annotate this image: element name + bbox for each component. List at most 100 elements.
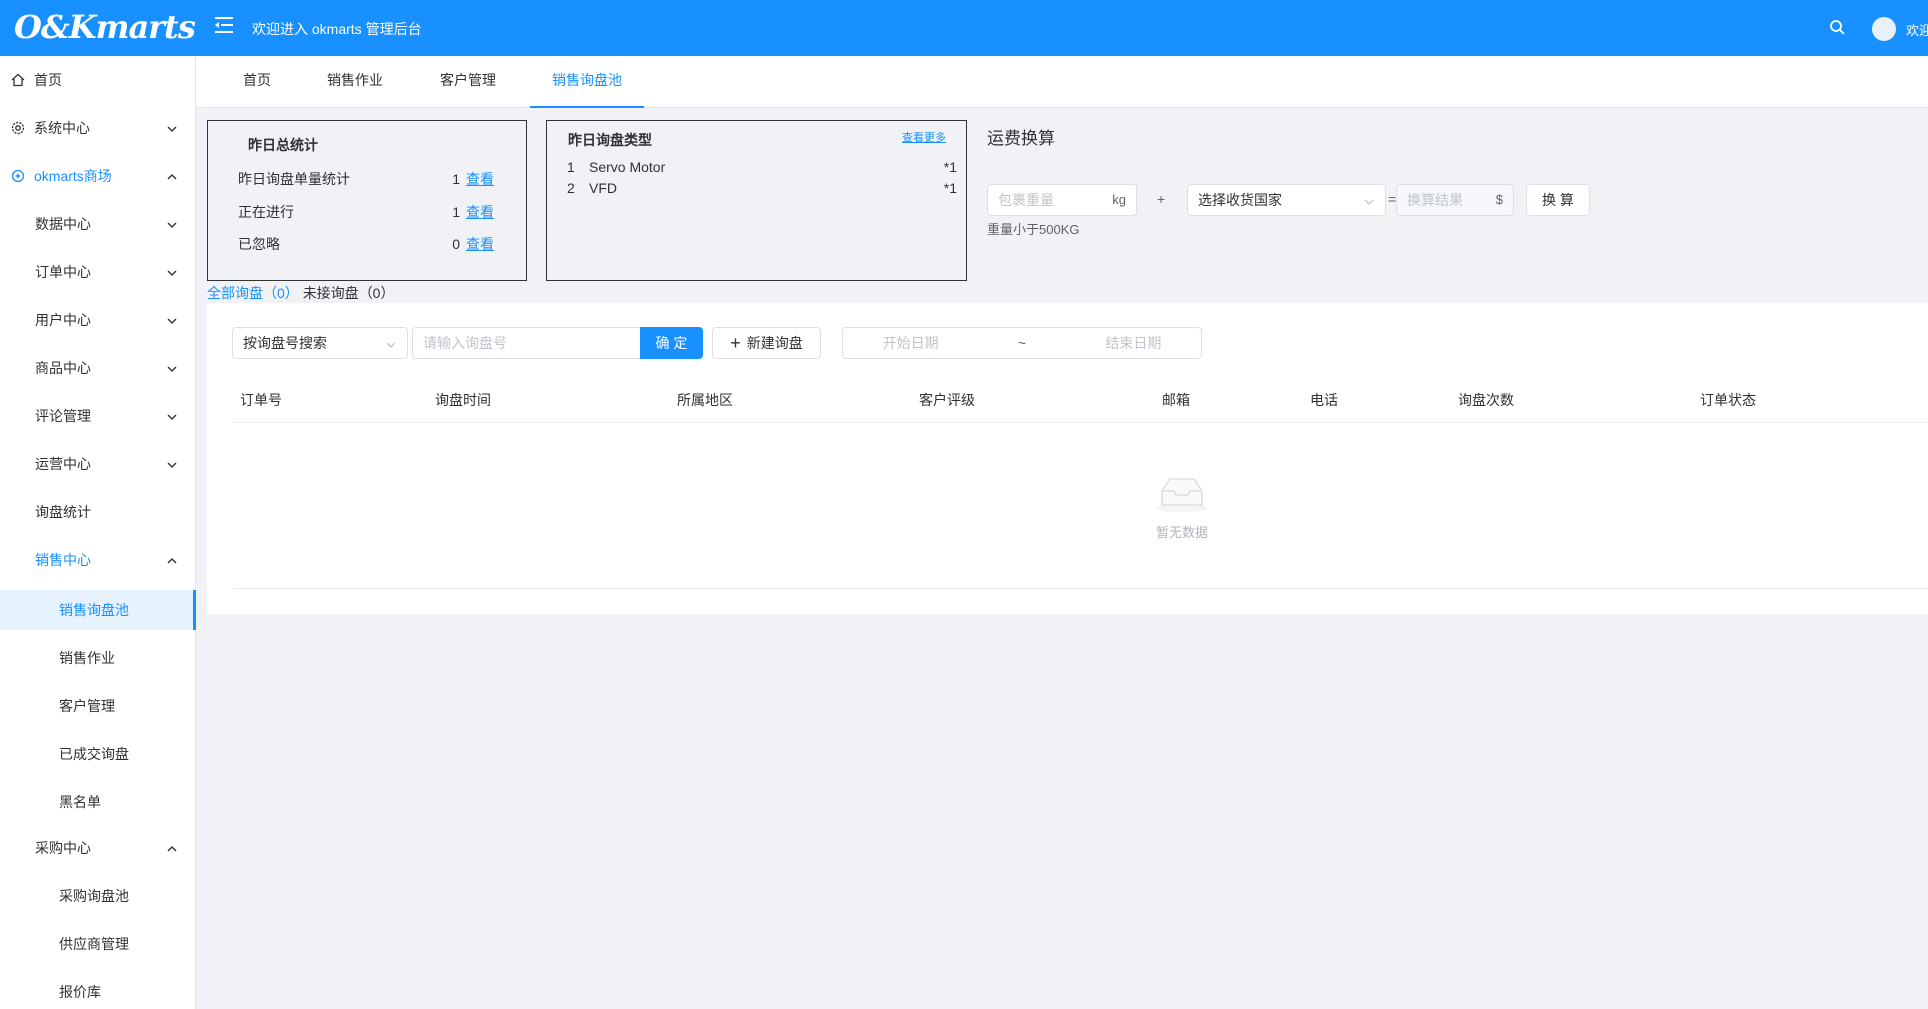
view-link[interactable]: 查看: [466, 171, 494, 187]
menu-toggle-icon[interactable]: [213, 15, 235, 35]
confirm-button[interactable]: 确 定: [640, 327, 703, 359]
column-phone: 电话: [1310, 392, 1338, 408]
divider: [232, 588, 1928, 589]
inquiry-type-row: 2 VFD *1: [567, 180, 957, 196]
plus-sign: +: [1157, 191, 1166, 207]
sidebar-item-label: 首页: [34, 72, 62, 88]
sidebar-item-label: 供应商管理: [59, 936, 129, 952]
sidebar-item-label: 客户管理: [59, 698, 115, 714]
sidebar-item-system[interactable]: 系统中心: [0, 104, 196, 152]
inquiry-number-input[interactable]: 请输入询盘号: [412, 327, 648, 359]
sidebar-item-label: 运营中心: [35, 456, 91, 472]
chevron-up-icon: [166, 170, 178, 182]
result-field: 换算结果 $: [1396, 184, 1514, 216]
inquiry-list-panel: 按询盘号搜索 请输入询盘号 确 定 + 新建询盘 开始日期 ~ 结束日期 订单号…: [207, 303, 1928, 614]
sidebar-item-product-center[interactable]: 商品中心: [0, 344, 196, 392]
stat-label: 正在进行: [238, 204, 294, 220]
sidebar-item-label: 询盘统计: [35, 504, 91, 520]
sidebar-item-sales-inquiry-pool[interactable]: 销售询盘池: [0, 590, 196, 630]
chevron-down-icon: [166, 314, 178, 326]
sidebar-item-label: 销售作业: [59, 650, 115, 666]
sidebar-item-label: 订单中心: [35, 264, 91, 280]
date-separator: ~: [1017, 335, 1027, 351]
sidebar-item-user-center[interactable]: 用户中心: [0, 296, 196, 344]
country-select[interactable]: 选择收货国家: [1187, 184, 1386, 216]
column-customer-rating: 客户评级: [919, 392, 975, 408]
view-link[interactable]: 查看: [466, 236, 494, 252]
weight-unit: kg: [1112, 192, 1126, 207]
filter-unreceived-inquiries[interactable]: 未接询盘（0）: [303, 285, 395, 301]
sidebar-item-label: 已成交询盘: [59, 746, 129, 762]
shop-icon: [10, 168, 26, 184]
start-date-placeholder: 开始日期: [882, 335, 939, 351]
tab-sales-inquiry-pool[interactable]: 销售询盘池: [530, 56, 644, 108]
table-header: 订单号 询盘时间 所属地区 客户评级 邮箱 电话 询盘次数 订单状态: [232, 375, 1928, 423]
date-range-picker[interactable]: 开始日期 ~ 结束日期: [842, 327, 1202, 359]
row-index: 2: [567, 180, 575, 196]
stat-count: 1: [452, 204, 460, 220]
row-index: 1: [567, 159, 575, 175]
sidebar-item-customer-management[interactable]: 客户管理: [0, 686, 196, 726]
chevron-up-icon: [166, 842, 178, 854]
filter-unreceived-label: 未接询盘: [302, 285, 359, 301]
tab-sales-work[interactable]: 销售作业: [326, 56, 384, 108]
column-region: 所属地区: [677, 392, 733, 408]
home-icon: [10, 72, 26, 88]
inquiry-type-row: 1 Servo Motor *1: [567, 159, 957, 175]
sidebar-item-okmarts-mall[interactable]: okmarts商场: [0, 152, 196, 200]
sidebar-item-supplier-management[interactable]: 供应商管理: [0, 924, 196, 964]
sidebar-item-purchase-inquiry-pool[interactable]: 采购询盘池: [0, 876, 196, 916]
equals-sign: =: [1388, 191, 1397, 207]
view-link[interactable]: 查看: [466, 204, 494, 220]
column-order-number: 订单号: [240, 392, 282, 408]
search-mode-select[interactable]: 按询盘号搜索: [232, 327, 408, 359]
sidebar-item-label: 采购中心: [35, 840, 91, 856]
sidebar-item-blacklist[interactable]: 黑名单: [0, 782, 196, 822]
filter-all-count: （0）: [263, 285, 299, 301]
sidebar-item-purchase-center[interactable]: 采购中心: [0, 824, 196, 872]
search-icon[interactable]: [1828, 18, 1848, 38]
sidebar-item-order-center[interactable]: 订单中心: [0, 248, 196, 296]
sidebar-item-operations-center[interactable]: 运营中心: [0, 440, 196, 488]
tab-customer-management[interactable]: 客户管理: [439, 56, 497, 108]
empty-text: 暂无数据: [1155, 525, 1208, 540]
sidebar-item-label: 商品中心: [35, 360, 91, 376]
currency-symbol: $: [1495, 192, 1503, 207]
sidebar-item-sales-center[interactable]: 销售中心: [0, 536, 196, 584]
stat-row: 已忽略 0 查看: [238, 234, 494, 254]
sidebar-item-home[interactable]: 首页: [0, 56, 196, 104]
sidebar-item-sales-work[interactable]: 销售作业: [0, 638, 196, 678]
chevron-up-icon: [166, 554, 178, 566]
view-more-link[interactable]: 查看更多: [902, 129, 946, 145]
sidebar-item-data-center[interactable]: 数据中心: [0, 200, 196, 248]
tab-bar: 首页 销售作业 客户管理 销售询盘池: [196, 56, 1928, 108]
top-header: O&Kmarts 欢迎进入 okmarts 管理后台 欢迎: [0, 0, 1928, 56]
sidebar-item-closed-inquiries[interactable]: 已成交询盘: [0, 734, 196, 774]
avatar[interactable]: [1872, 17, 1896, 41]
sidebar-item-quote-library[interactable]: 报价库: [0, 972, 196, 1009]
end-date-placeholder: 结束日期: [1105, 335, 1162, 351]
convert-button[interactable]: 换 算: [1526, 184, 1590, 216]
result-placeholder: 换算结果: [1407, 192, 1463, 208]
chevron-down-icon: [166, 410, 178, 422]
filter-all-inquiries[interactable]: 全部询盘（0）: [207, 285, 299, 301]
sidebar-item-label: 报价库: [59, 984, 101, 1000]
stat-count: 1: [452, 171, 460, 187]
column-order-status: 订单状态: [1700, 392, 1756, 408]
yesterday-stats-card: 昨日总统计 昨日询盘单量统计 1 查看 正在进行 1 查看 已忽略 0 查看: [207, 120, 527, 281]
user-welcome-text[interactable]: 欢迎: [1906, 20, 1928, 39]
new-inquiry-label: 新建询盘: [746, 335, 803, 351]
sidebar-item-label: 黑名单: [59, 794, 101, 810]
column-inquiry-count: 询盘次数: [1458, 392, 1514, 408]
inquiry-type-name: Servo Motor: [589, 159, 666, 175]
new-inquiry-button[interactable]: + 新建询盘: [712, 327, 821, 359]
sidebar-item-review-management[interactable]: 评论管理: [0, 392, 196, 440]
chevron-down-icon: [166, 218, 178, 230]
weight-input[interactable]: 包裹重量 kg: [987, 184, 1137, 216]
logo[interactable]: O&Kmarts: [14, 8, 196, 46]
sidebar-item-inquiry-stats[interactable]: 询盘统计: [0, 488, 196, 536]
tab-home[interactable]: 首页: [238, 56, 276, 108]
sidebar: 首页 系统中心 okmarts商场 数据中心 订单中心 用户中心 商品中心 评论…: [0, 56, 196, 1009]
search-mode-label: 按询盘号搜索: [243, 335, 327, 351]
sidebar-item-label: 采购询盘池: [59, 888, 129, 904]
